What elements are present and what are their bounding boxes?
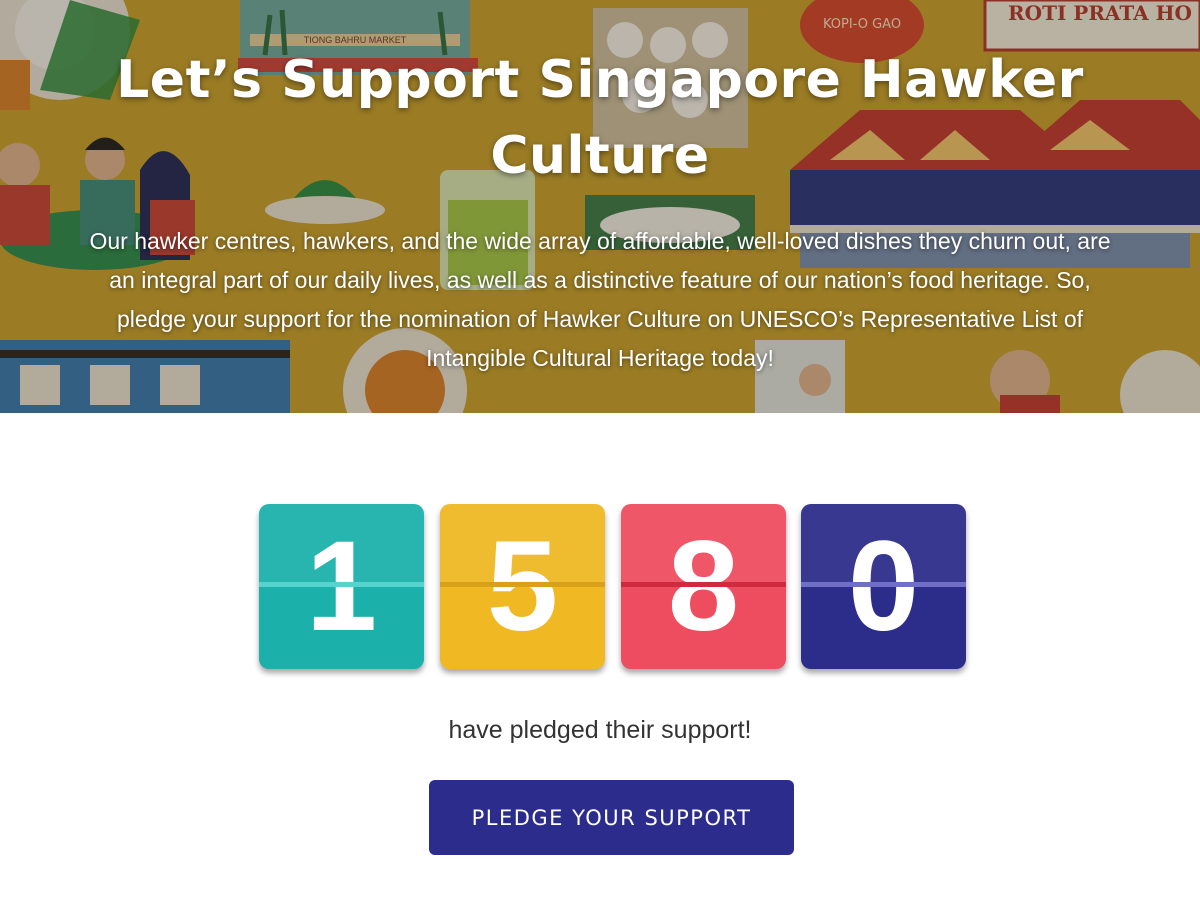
page-title: Let’s Support Singapore Hawker Culture: [116, 50, 1084, 186]
hero-banner: TIONG BAHRU MARKET KOPI-O GAO ROTI PRATA…: [0, 0, 1200, 413]
pledge-counter: 1 5 8 0: [259, 504, 967, 670]
pledge-caption: have pledged their support!: [448, 716, 752, 744]
counter-digit-card: 8: [621, 504, 786, 669]
flip-seam: [801, 582, 966, 587]
hero-description: Our hawker centres, hawkers, and the wid…: [89, 228, 1111, 371]
flip-seam: [259, 582, 424, 587]
pledge-support-button[interactable]: PLEDGE YOUR SUPPORT: [429, 780, 794, 855]
counter-digit-card: 5: [440, 504, 605, 669]
flip-seam: [621, 582, 786, 587]
counter-digit-card: 1: [259, 504, 424, 669]
counter-digit-card: 0: [801, 504, 966, 669]
flip-seam: [440, 582, 605, 587]
